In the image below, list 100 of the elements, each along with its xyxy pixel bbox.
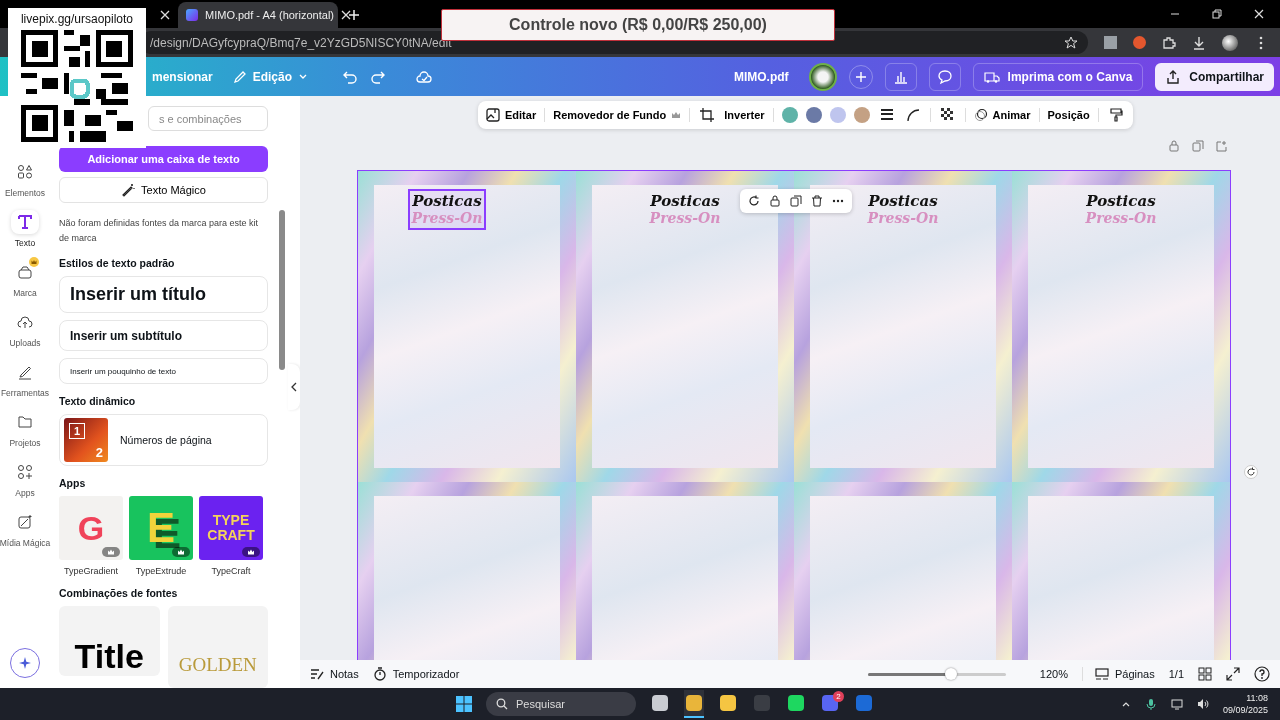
holographic-tile[interactable]: Posticas Press-On xyxy=(1012,171,1230,482)
fullscreen-icon[interactable] xyxy=(1226,667,1240,681)
zoom-level[interactable]: 120% xyxy=(1039,668,1068,680)
sidebar-item[interactable]: Apps xyxy=(0,456,50,502)
notification-badge: 2 xyxy=(833,691,844,702)
title-text[interactable]: Posticas xyxy=(412,193,482,210)
position-button[interactable]: Posição xyxy=(1047,108,1090,121)
text-style-card[interactable]: Inserir um subtítulo xyxy=(59,320,268,351)
lock-icon[interactable] xyxy=(769,195,781,207)
color-swatch[interactable] xyxy=(853,106,870,123)
slider-thumb[interactable] xyxy=(944,668,957,680)
text-selection-frame[interactable]: Posticas Press-On xyxy=(407,189,487,230)
sidebar-item[interactable]: Ferramentas xyxy=(0,356,50,402)
magic-text-button[interactable]: Texto Mágico xyxy=(59,177,268,203)
system-clock[interactable]: 11:08 09/09/2025 xyxy=(1222,692,1268,716)
taskbar-search-field[interactable]: Pesquisar xyxy=(486,692,636,716)
star-icon[interactable] xyxy=(1064,35,1078,50)
crown-badge-icon xyxy=(29,257,39,267)
duplicate-icon[interactable] xyxy=(790,195,802,207)
network-icon[interactable] xyxy=(1170,698,1183,710)
close-icon[interactable] xyxy=(1254,9,1264,19)
paint-roller-icon[interactable] xyxy=(1108,107,1123,122)
plus-icon[interactable] xyxy=(348,9,360,21)
sidebar-item[interactable]: Uploads xyxy=(0,306,50,352)
color-swatch[interactable] xyxy=(805,106,822,123)
sidebar-item[interactable]: Texto xyxy=(0,206,50,252)
text-style-card[interactable]: Inserir um título xyxy=(59,276,268,314)
chevron-left-icon xyxy=(290,382,298,392)
holographic-tile[interactable]: Posticas Press-On xyxy=(358,171,576,482)
speaker-icon[interactable] xyxy=(1196,698,1209,710)
text-style-card[interactable]: Inserir um pouquinho de texto xyxy=(59,357,268,385)
trash-icon[interactable] xyxy=(811,195,823,207)
windows-start-icon[interactable] xyxy=(456,696,472,712)
page-numbers-card[interactable]: 1 2 Números de página xyxy=(59,414,268,466)
title-text[interactable]: Posticas xyxy=(1086,193,1156,210)
title-text[interactable]: Posticas xyxy=(868,193,938,210)
background-remover-button[interactable]: Removedor de Fundo xyxy=(553,108,682,121)
collapse-panel-handle[interactable] xyxy=(288,364,300,410)
close-icon[interactable] xyxy=(160,10,170,20)
flip-button[interactable]: Inverter xyxy=(724,108,765,121)
qr-code-icon xyxy=(19,30,135,142)
user-avatar[interactable] xyxy=(808,62,837,91)
add-page-icon[interactable] xyxy=(1216,140,1228,152)
text-selection-frame[interactable]: Posticas Press-On xyxy=(645,189,725,230)
download-icon[interactable] xyxy=(1192,35,1206,50)
taskbar-app[interactable] xyxy=(684,690,704,718)
edit-image-button[interactable]: Editar xyxy=(486,107,537,122)
color-swatch[interactable] xyxy=(829,106,846,123)
file-name[interactable]: MIMO.pdf xyxy=(733,69,789,84)
animate-button[interactable]: Animar xyxy=(973,107,1031,122)
search-field[interactable]: s e combinações xyxy=(148,106,268,131)
rotate-icon[interactable] xyxy=(1244,465,1258,479)
comment-button[interactable] xyxy=(928,62,961,91)
print-button[interactable]: Imprima com o Canva xyxy=(972,62,1144,91)
magic-image-icon xyxy=(17,514,33,530)
crop-icon[interactable] xyxy=(700,107,715,122)
document-icon xyxy=(186,9,198,21)
sidebar-item[interactable]: Mídia Mágica xyxy=(0,506,50,552)
pages-icon xyxy=(1094,667,1109,681)
text-selection-frame[interactable]: Posticas Press-On xyxy=(1081,189,1161,230)
close-icon[interactable] xyxy=(341,10,351,20)
corner-rounding-icon[interactable] xyxy=(905,107,920,122)
app-tile[interactable]: E TypeExtrude xyxy=(129,496,193,576)
crown-badge-icon xyxy=(242,547,260,557)
app-thumbnail: G xyxy=(59,496,123,560)
apps-icon xyxy=(17,464,33,480)
text-selection-frame[interactable]: Posticas Press-On xyxy=(863,189,943,230)
sidebar-item[interactable]: Marca xyxy=(0,256,50,302)
title-text[interactable]: Posticas xyxy=(650,193,720,210)
image-edit-icon xyxy=(486,107,500,122)
profile-avatar[interactable] xyxy=(1222,34,1238,51)
cloud-check-icon[interactable] xyxy=(416,68,433,85)
refresh-icon[interactable] xyxy=(748,195,760,207)
timer-button[interactable]: Temporizador xyxy=(372,667,460,681)
font-combination-card[interactable]: Title xyxy=(59,606,160,676)
color-swatch[interactable] xyxy=(781,106,798,123)
app-tile[interactable]: TYPE CRAFT TypeCraft xyxy=(199,496,263,576)
holographic-tile[interactable]: Posticas Press-On xyxy=(794,171,1012,482)
sidebar-item[interactable]: Projetos xyxy=(0,406,50,452)
pages-button[interactable]: Páginas xyxy=(1081,667,1155,681)
transparency-icon[interactable] xyxy=(940,107,955,122)
search-icon xyxy=(496,698,508,710)
notes-button[interactable]: Notas xyxy=(310,667,359,681)
holographic-tile[interactable]: Posticas Press-On xyxy=(576,171,794,482)
sidebar-item[interactable]: Elementos xyxy=(0,156,50,202)
section-heading: Estilos de texto padrão xyxy=(59,257,176,269)
border-style-icon[interactable] xyxy=(879,107,894,122)
help-icon[interactable] xyxy=(1254,666,1270,682)
app-tile[interactable]: G TypeGradient xyxy=(59,496,123,576)
section-heading: Apps xyxy=(59,477,87,489)
grid-view-icon[interactable] xyxy=(1198,667,1212,681)
add-text-box-button[interactable]: Adicionar uma caixa de texto xyxy=(59,146,268,172)
insights-button[interactable] xyxy=(884,62,917,91)
microphone-icon[interactable] xyxy=(1144,698,1157,710)
notes-icon xyxy=(310,667,324,681)
puzzle-icon[interactable] xyxy=(1162,35,1176,50)
restore-icon[interactable] xyxy=(1212,9,1222,19)
share-button[interactable]: Compartilhar xyxy=(1155,62,1274,91)
crown-badge-icon xyxy=(102,547,120,557)
zoom-slider[interactable] xyxy=(867,672,1006,676)
